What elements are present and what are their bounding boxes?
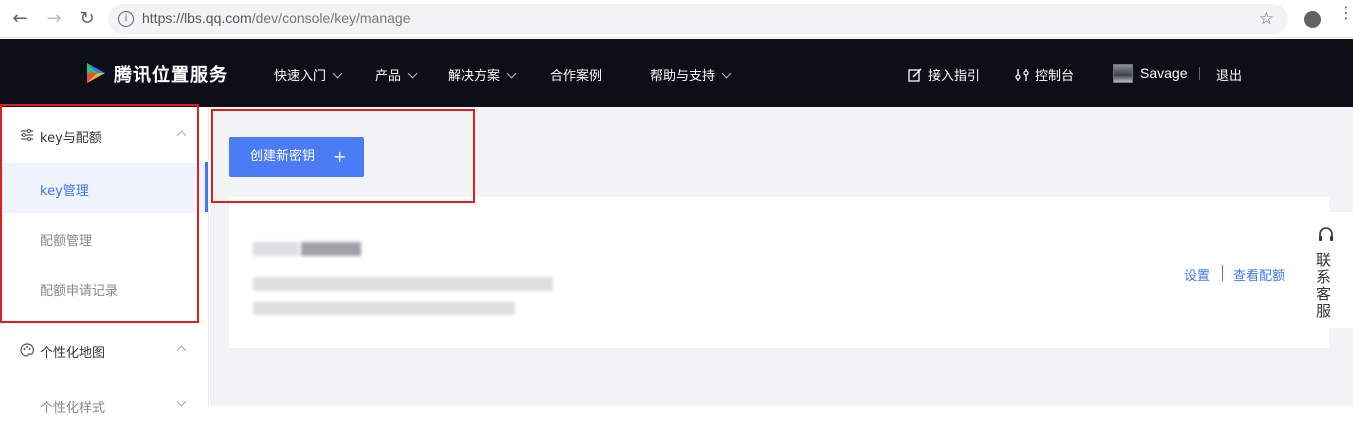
reload-icon[interactable]: ↻	[77, 9, 97, 29]
edit-icon	[908, 68, 922, 82]
top-navigation: 腾讯位置服务 快速入门 产品 解决方案 合作案例 帮助与支持 接入指引 控制台 …	[0, 39, 1353, 107]
menu-label: 帮助与支持	[650, 69, 716, 84]
sidebar-group-label: 个性化地图	[40, 346, 106, 361]
highlight-box-sidebar	[0, 104, 199, 323]
chevron-down-icon	[506, 68, 517, 79]
palette-icon	[20, 343, 34, 357]
key-card: 设置 查看配额	[229, 197, 1329, 348]
redacted-key-value	[253, 277, 553, 291]
brand-name[interactable]: 腾讯位置服务	[114, 61, 228, 87]
redacted-key-name	[301, 242, 361, 256]
headset-icon	[1319, 227, 1333, 241]
menu-solutions[interactable]: 解决方案	[448, 65, 517, 84]
customer-service-label: 联系客服	[1316, 251, 1332, 320]
url-host: https://lbs.qq.com	[142, 10, 252, 26]
sidebar-item-custom-style[interactable]: 个性化样式	[0, 377, 209, 433]
active-indicator	[205, 162, 208, 212]
tencent-map-logo-icon[interactable]	[84, 61, 108, 85]
chevron-up-icon	[176, 345, 187, 356]
menu-help[interactable]: 帮助与支持	[650, 65, 732, 84]
divider	[1199, 67, 1200, 80]
bookmark-star-icon[interactable]: ☆	[1259, 9, 1274, 29]
menu-cases[interactable]: 合作案例	[550, 65, 602, 84]
sidebar-item-label: 个性化样式	[40, 401, 106, 416]
menu-label: 产品	[375, 69, 402, 84]
chevron-down-icon	[176, 396, 187, 407]
sidebar-group-custom-map[interactable]: 个性化地图	[0, 322, 209, 378]
address-bar[interactable]: i https://lbs.qq.com/dev/console/key/man…	[108, 4, 1288, 34]
guide-label: 接入指引	[928, 69, 981, 84]
site-info-icon[interactable]: i	[118, 11, 134, 27]
customer-service-float[interactable]: 联系客服	[1308, 212, 1353, 328]
url-path: /dev/console/key/manage	[251, 10, 411, 26]
view-quota-link[interactable]: 查看配额	[1233, 265, 1285, 284]
menu-quickstart[interactable]: 快速入门	[274, 65, 343, 84]
console-label: 控制台	[1035, 69, 1075, 84]
console-link[interactable]: 控制台	[1015, 65, 1074, 84]
redacted-key-name	[253, 242, 299, 256]
avatar[interactable]	[1113, 64, 1133, 83]
menu-label: 解决方案	[448, 69, 501, 84]
chevron-down-icon	[332, 68, 343, 79]
browser-toolbar: ← → ↻ i https://lbs.qq.com/dev/console/k…	[0, 0, 1353, 38]
profile-icon[interactable]	[1304, 11, 1321, 28]
redacted-key-desc	[253, 302, 515, 315]
url-text[interactable]: https://lbs.qq.com/dev/console/key/manag…	[142, 10, 410, 26]
forward-icon[interactable]: →	[44, 9, 64, 29]
highlight-box-create	[211, 109, 475, 203]
chevron-down-icon	[721, 68, 732, 79]
sliders-icon	[1015, 69, 1029, 81]
menu-products[interactable]: 产品	[375, 65, 418, 84]
guide-link[interactable]: 接入指引	[908, 65, 980, 84]
chevron-down-icon	[407, 68, 418, 79]
menu-label: 快速入门	[274, 69, 327, 84]
username[interactable]: Savage	[1140, 65, 1187, 81]
back-icon[interactable]: ←	[10, 9, 30, 29]
logout-link[interactable]: 退出	[1216, 65, 1242, 84]
browser-menu-icon[interactable]: ⋮	[1338, 5, 1353, 21]
settings-link[interactable]: 设置	[1184, 265, 1210, 284]
divider	[1222, 265, 1223, 281]
menu-label: 合作案例	[550, 69, 603, 84]
